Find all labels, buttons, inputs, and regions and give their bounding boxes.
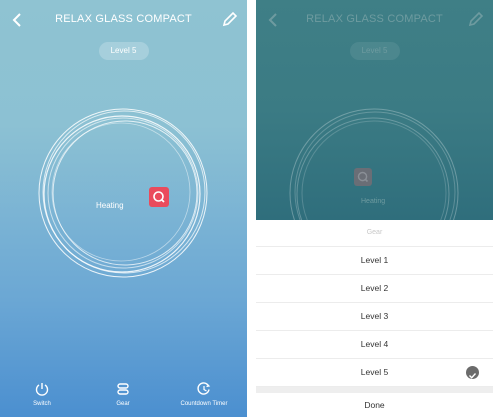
gear-option-label: Level 1 <box>360 255 389 265</box>
gear-option[interactable]: Level 2 <box>256 275 493 303</box>
device-title-dimmed: RELAX GLASS COMPACT <box>306 13 443 25</box>
done-button[interactable]: Done <box>256 393 493 417</box>
heating-status-label: Heating <box>96 201 124 210</box>
gear-option-label: Level 2 <box>360 283 389 293</box>
power-icon <box>35 383 49 396</box>
gear-option-selected[interactable]: Level 5 <box>256 359 493 387</box>
timer-icon <box>197 382 211 395</box>
gear-option[interactable]: Level 1 <box>256 247 493 275</box>
gear-option-label: Level 5 <box>360 367 389 377</box>
countdown-timer-button[interactable]: Countdown Timer <box>164 375 244 407</box>
heating-icon <box>149 187 169 207</box>
switch-button[interactable]: Switch <box>2 375 82 407</box>
gear-label: Gear <box>116 401 130 407</box>
gear-option-label: Level 3 <box>360 311 389 321</box>
heat-ring-graphic <box>38 108 208 278</box>
gear-option-label: Level 4 <box>360 339 389 349</box>
device-title: RELAX GLASS COMPACT <box>55 13 192 25</box>
heating-status-label-dimmed: Heating <box>361 198 386 205</box>
gear-option[interactable]: Level 3 <box>256 303 493 331</box>
edit-pencil-icon[interactable] <box>219 10 239 30</box>
switch-label: Switch <box>33 401 51 407</box>
countdown-timer-label: Countdown Timer <box>180 401 228 407</box>
edit-pencil-icon <box>468 11 484 27</box>
heating-icon-dimmed <box>354 168 372 186</box>
gear-stack-icon <box>117 383 129 395</box>
device-screen: RELAX GLASS COMPACT Level 5 Heating Swit… <box>0 0 247 417</box>
top-bar: RELAX GLASS COMPACT <box>0 0 247 40</box>
gear-picker-screen: RELAX GLASS COMPACT Level 5 Heating Gear… <box>256 0 493 417</box>
gear-option[interactable]: Level 4 <box>256 331 493 359</box>
level-pill: Level 5 <box>98 42 149 60</box>
bottom-bar: Switch Gear Countdown Timer <box>0 375 247 417</box>
level-pill-dimmed: Level 5 <box>349 42 400 60</box>
checkmark-icon <box>466 366 479 379</box>
sheet-header: Gear <box>256 220 493 247</box>
dimmed-background[interactable]: RELAX GLASS COMPACT Level 5 Heating <box>256 0 493 220</box>
gear-button[interactable]: Gear <box>83 375 163 407</box>
gear-picker-sheet: Gear Level 1 Level 2 Level 3 Level 4 Lev… <box>256 220 493 417</box>
